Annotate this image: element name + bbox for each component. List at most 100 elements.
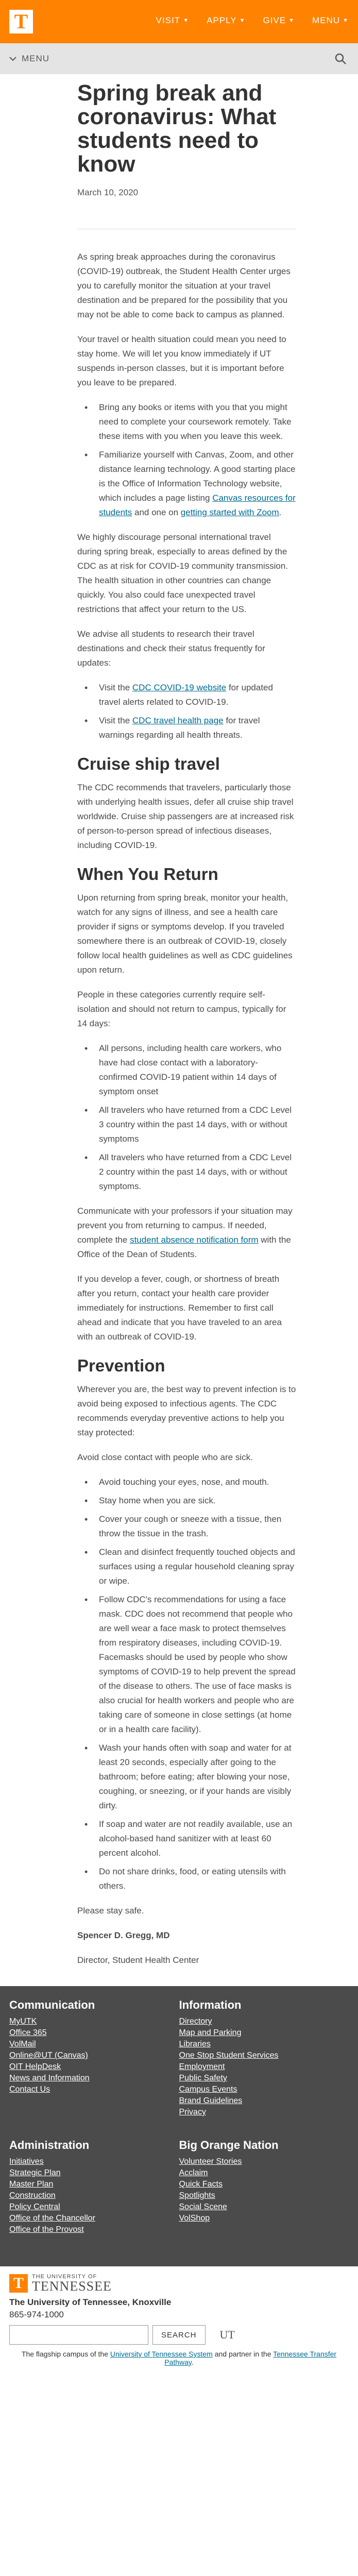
chevron-down-icon: ▼	[288, 18, 295, 24]
phone-number[interactable]: 865-974-1000	[9, 2310, 349, 2320]
footer-link[interactable]: Construction	[9, 2190, 179, 2201]
footer-information: Information Directory Map and Parking Li…	[179, 1998, 349, 2118]
list-item: All persons, including health care worke…	[84, 1041, 296, 1099]
section-heading: Prevention	[77, 1356, 165, 1375]
nav-apply[interactable]: APPLY ▼	[207, 15, 245, 26]
flagship-statement: The flagship campus of the University of…	[9, 2350, 349, 2366]
footer-link[interactable]: Directory	[179, 2016, 349, 2027]
paragraph: Avoid close contact with people who are …	[77, 1452, 253, 1462]
section-menu-bar: MENU	[0, 43, 358, 74]
cdc-travel-health-link[interactable]: CDC travel health page	[132, 716, 224, 725]
footer-link[interactable]: Spotlights	[179, 2190, 349, 2201]
section-menu-label: MENU	[22, 54, 50, 63]
list-item: Clean and disinfect frequently touched o…	[84, 1545, 296, 1588]
university-name: The University of Tennessee, Knoxville	[9, 2297, 172, 2307]
chevron-down-icon	[9, 57, 16, 61]
footer-search: SEARCH UT	[9, 2325, 349, 2345]
footer-link[interactable]: Office 365	[9, 2027, 179, 2039]
list-item: Visit the CDC travel health page for tra…	[84, 714, 296, 742]
footer-link[interactable]: News and Information	[9, 2073, 179, 2084]
flagship-text: and partner in the	[212, 2350, 274, 2358]
list-text: .	[279, 507, 282, 517]
prep-list: Bring any books or items with you that y…	[84, 400, 296, 520]
list-item: If soap and water are not readily availa…	[84, 1817, 296, 1860]
signature-name: Spencer D. Gregg, MD	[77, 1930, 170, 1940]
ut-logo-letter: T	[14, 10, 28, 33]
footer-link[interactable]: Privacy	[179, 2107, 349, 2118]
publish-date: March 10, 2020	[77, 188, 139, 197]
list-item: All travelers who have returned from a C…	[84, 1150, 296, 1194]
nav-visit-label: VISIT	[156, 15, 181, 25]
footer-link[interactable]: VolShop	[179, 2213, 349, 2224]
footer-link[interactable]: Public Safety	[179, 2073, 349, 2084]
isolation-list: All persons, including health care worke…	[84, 1041, 296, 1194]
footer-link[interactable]: Policy Central	[9, 2201, 179, 2213]
closing-line: Please stay safe.	[77, 1906, 144, 1916]
site-footer: Communication MyUTK Office 365 VolMail O…	[0, 1986, 358, 2266]
footer-link[interactable]: MyUTK	[9, 2016, 179, 2027]
list-item: Bring any books or items with you that y…	[84, 400, 296, 444]
footer-row-bottom: Administration Initiatives Strategic Pla…	[9, 2139, 349, 2235]
list-item: Avoid touching your eyes, nose, and mout…	[84, 1475, 296, 1489]
flagship-text: The flagship campus of the	[21, 2350, 110, 2358]
footer-link[interactable]: Map and Parking	[179, 2027, 349, 2039]
list-item: Familiarize yourself with Canvas, Zoom, …	[84, 448, 296, 520]
section-menu-button[interactable]: MENU	[9, 54, 49, 64]
ut-logo-letter: T	[13, 2275, 24, 2292]
paragraph: Communicate with your professors if your…	[77, 1204, 296, 1262]
footer-big-orange-nation: Big Orange Nation Volunteer Stories Accl…	[179, 2139, 349, 2235]
footer-link[interactable]: Campus Events	[179, 2084, 349, 2095]
zoom-getting-started-link[interactable]: getting started with Zoom	[181, 507, 279, 517]
list-item: Visit the CDC COVID-19 website for updat…	[84, 681, 296, 709]
footer-link[interactable]: Online@UT (Canvas)	[9, 2050, 179, 2061]
footer-link[interactable]: Contact Us	[9, 2084, 179, 2095]
footer-link[interactable]: VolMail	[9, 2039, 179, 2050]
footer-search-button[interactable]: SEARCH	[152, 2325, 206, 2345]
cdc-covid-link[interactable]: CDC COVID-19 website	[132, 683, 226, 692]
ut-logo: T	[9, 2274, 28, 2293]
footer-search-input[interactable]	[9, 2325, 148, 2345]
paragraph: Wherever you are, the best way to preven…	[77, 1384, 296, 1437]
footer-link[interactable]: Brand Guidelines	[179, 2095, 349, 2107]
paragraph: We highly discourage personal internatio…	[77, 532, 288, 614]
site-header: T VISIT ▼ APPLY ▼ GIVE ▼ MENU ▼ MENU	[0, 0, 358, 74]
chevron-down-icon: ▼	[343, 18, 349, 24]
nav-give[interactable]: GIVE ▼	[263, 15, 295, 26]
footer-link[interactable]: One Stop Student Services	[179, 2050, 349, 2061]
paragraph: Upon returning from spring break, monito…	[77, 893, 293, 975]
footer-administration: Administration Initiatives Strategic Pla…	[9, 2139, 179, 2235]
list-item: Do not share drinks, food, or eating ute…	[84, 1865, 296, 1893]
nav-menu-label: MENU	[312, 15, 340, 25]
list-text: Visit the	[99, 683, 132, 692]
footer-communication: Communication MyUTK Office 365 VolMail O…	[9, 1998, 179, 2118]
footer-link[interactable]: Office of the Provost	[9, 2224, 179, 2235]
nav-menu[interactable]: MENU ▼	[312, 15, 349, 26]
wordmark-big: TENNESSEE	[32, 2279, 112, 2294]
university-wordmark[interactable]: T THE UNIVERSITY OF TENNESSEE	[9, 2274, 349, 2293]
footer-heading: Information	[179, 1998, 242, 2011]
footer-link[interactable]: Office of the Chancellor	[9, 2213, 179, 2224]
footer-link[interactable]: Initiatives	[9, 2156, 179, 2167]
list-item: Cover your cough or sneeze with a tissue…	[84, 1512, 296, 1541]
footer-link[interactable]: Libraries	[179, 2039, 349, 2050]
footer-link[interactable]: Quick Facts	[179, 2179, 349, 2190]
ut-logo[interactable]: T	[9, 10, 33, 33]
site-bottom: T THE UNIVERSITY OF TENNESSEE The Univer…	[0, 2266, 358, 2375]
absence-form-link[interactable]: student absence notification form	[130, 1235, 258, 1245]
nav-visit[interactable]: VISIT ▼	[156, 15, 189, 26]
footer-link[interactable]: Employment	[179, 2061, 349, 2073]
resource-list: Visit the CDC COVID-19 website for updat…	[84, 681, 296, 742]
footer-link[interactable]: Strategic Plan	[9, 2167, 179, 2179]
search-icon[interactable]	[334, 53, 347, 65]
flagship-text: .	[191, 2358, 194, 2366]
top-bar: T VISIT ▼ APPLY ▼ GIVE ▼ MENU ▼	[0, 0, 358, 43]
top-nav: VISIT ▼ APPLY ▼ GIVE ▼ MENU ▼	[156, 15, 349, 26]
paragraph: Your travel or health situation could me…	[77, 334, 286, 387]
footer-link[interactable]: Social Scene	[179, 2201, 349, 2213]
ut-system-link[interactable]: University of Tennessee System	[110, 2350, 213, 2358]
footer-link[interactable]: Volunteer Stories	[179, 2156, 349, 2167]
footer-link[interactable]: Master Plan	[9, 2179, 179, 2190]
footer-link[interactable]: OIT HelpDesk	[9, 2061, 179, 2073]
list-item: Stay home when you are sick.	[84, 1494, 296, 1508]
footer-link[interactable]: Acclaim	[179, 2167, 349, 2179]
